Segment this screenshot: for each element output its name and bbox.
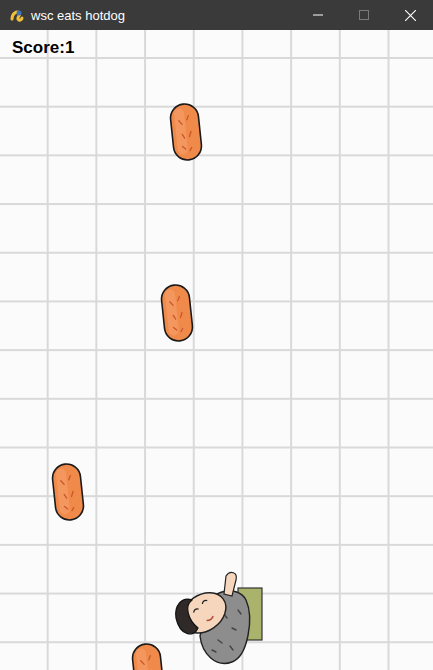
game-window: wsc eats hotdog Score:1	[0, 0, 433, 670]
title-bar: wsc eats hotdog	[0, 0, 433, 30]
hotdog	[168, 102, 204, 162]
window-title: wsc eats hotdog	[31, 8, 289, 23]
hotdog	[130, 642, 166, 670]
score-label: Score:1	[10, 37, 76, 59]
player[interactable]	[168, 570, 264, 670]
window-controls	[295, 0, 433, 30]
maximize-button	[341, 0, 387, 30]
hotdog-icon	[50, 462, 86, 522]
maximize-icon	[359, 10, 369, 20]
player-icon	[168, 570, 264, 670]
hotdog-icon	[159, 283, 195, 343]
minimize-button[interactable]	[295, 0, 341, 30]
hotdog-icon	[168, 102, 204, 162]
close-icon	[405, 10, 416, 21]
game-canvas[interactable]: Score:1	[0, 30, 433, 670]
hotdog	[159, 283, 195, 343]
hotdog	[50, 462, 86, 522]
hotdog-icon	[130, 642, 166, 670]
close-button[interactable]	[387, 0, 433, 30]
pygame-snake-icon	[9, 7, 25, 23]
minimize-icon	[313, 10, 323, 20]
